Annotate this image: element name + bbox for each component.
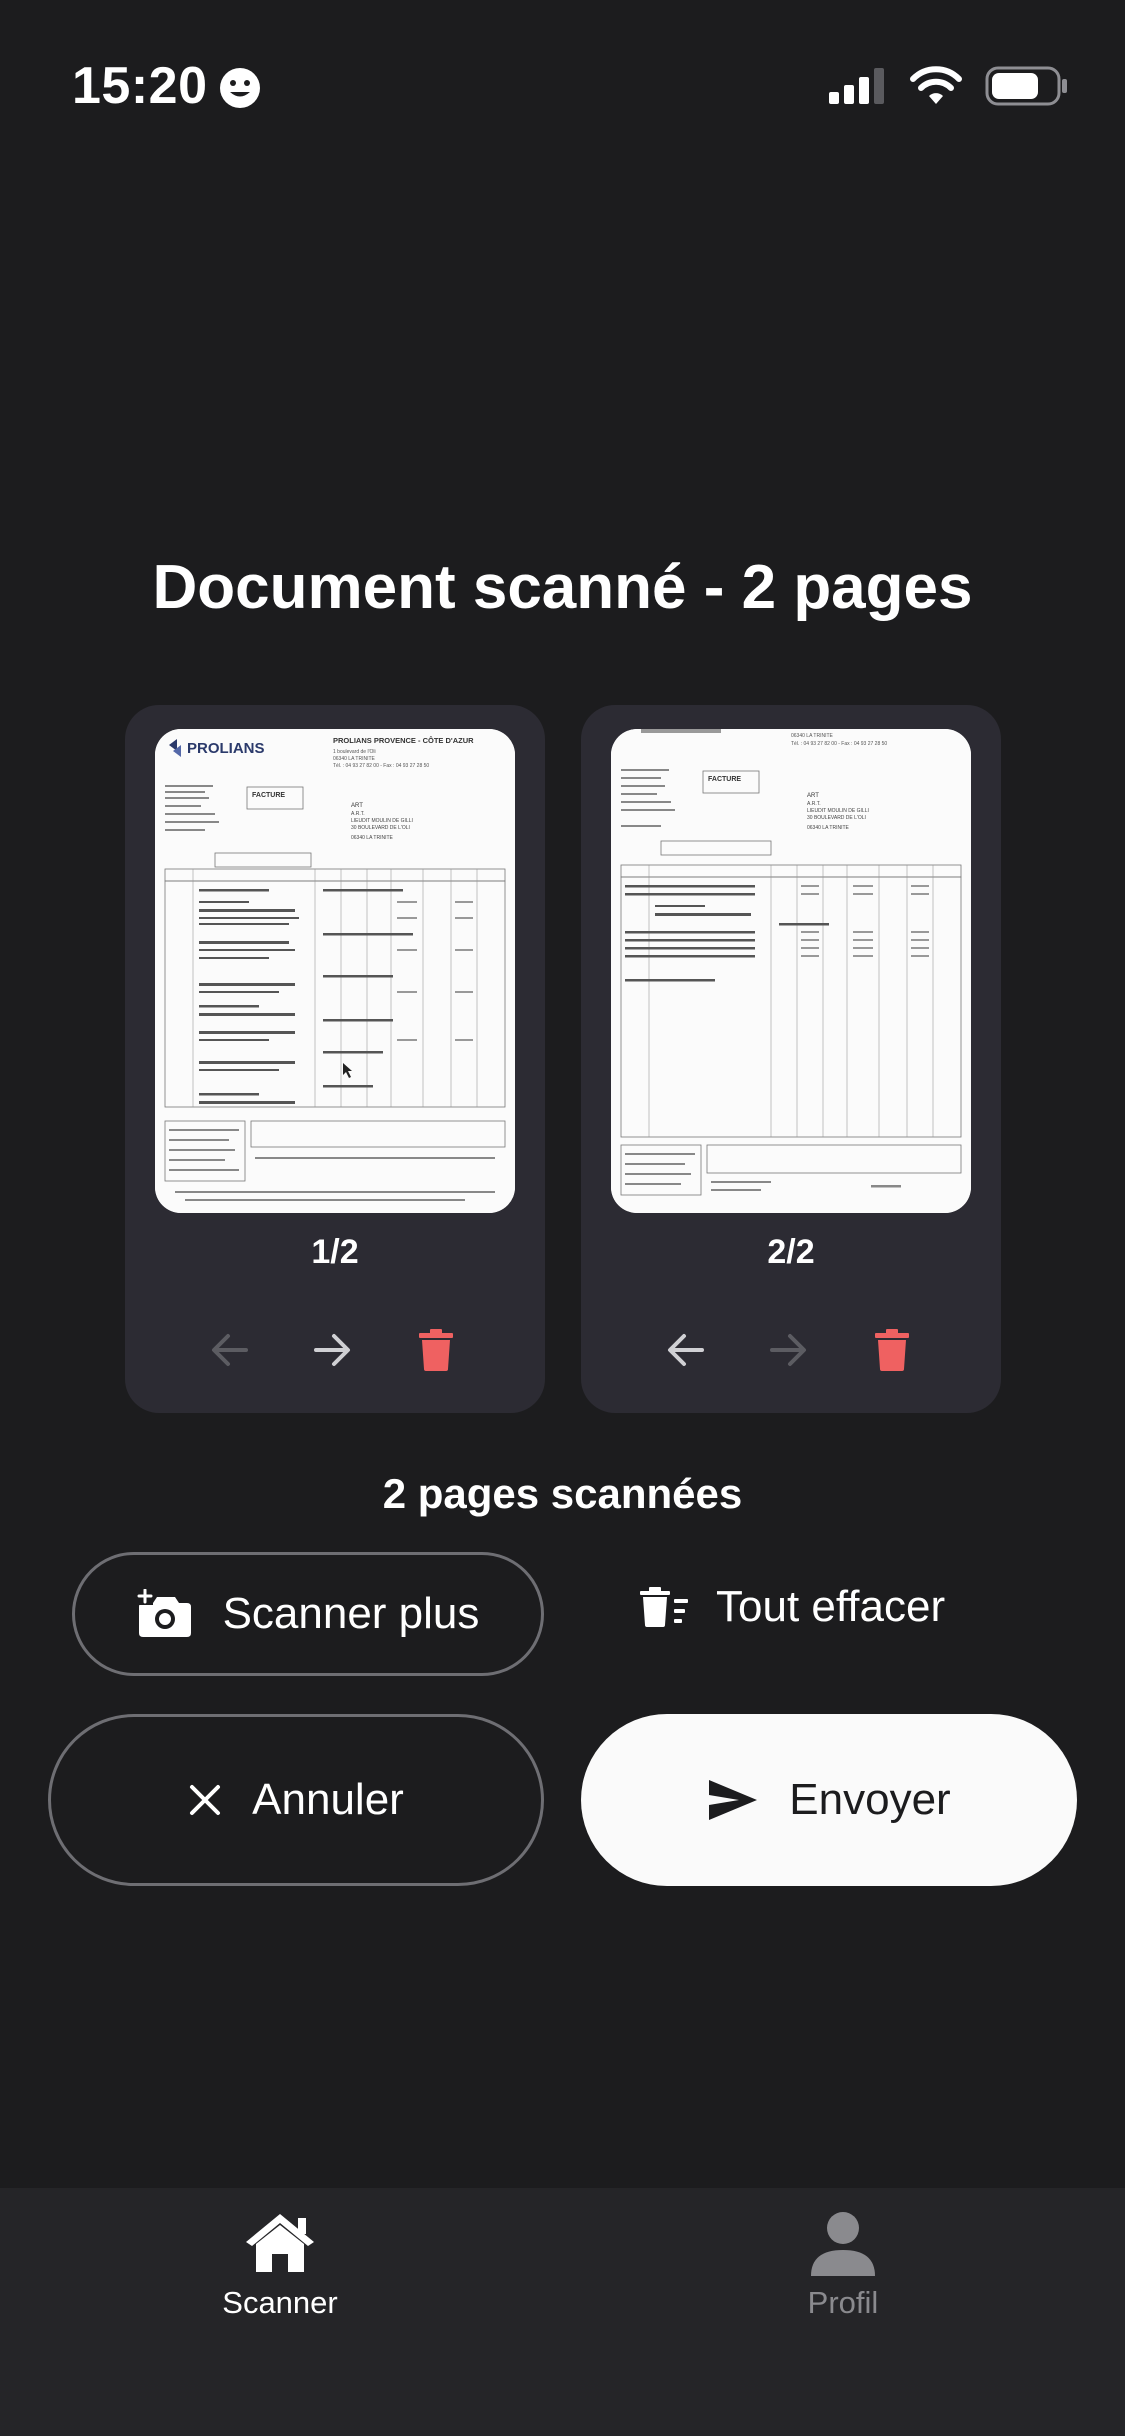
move-left-button[interactable] (651, 1315, 721, 1385)
page-number-label: 1/2 (311, 1233, 359, 1271)
cancel-button[interactable]: Annuler (48, 1714, 544, 1886)
document-preview: PROLIANS PROLIANS PROVENCE - CÔTE D'AZUR… (155, 729, 515, 1213)
scan-summary: 2 pages scannées (382, 1470, 743, 1517)
doc-company: PROLIANS PROVENCE - CÔTE D'AZUR (333, 736, 474, 745)
page-actions (125, 1315, 545, 1385)
doc-city: 06340 LA TRINITE (333, 756, 376, 762)
document-preview: 06340 LA TRINITE Tél. : 04 93 27 82 00 -… (611, 729, 971, 1213)
arrow-right-icon (770, 1334, 806, 1366)
doc-client-line: 06340 LA TRINITE (807, 825, 850, 831)
doc-client: ART (351, 803, 363, 809)
trash-icon (419, 1329, 453, 1371)
delete-sweep-icon (640, 1587, 688, 1627)
page-actions (581, 1315, 1001, 1385)
move-right-button[interactable] (753, 1315, 823, 1385)
page-thumbnail[interactable]: PROLIANS PROLIANS PROVENCE - CÔTE D'AZUR… (155, 729, 515, 1213)
doc-phone: Tél. : 04 93 27 82 00 - Fax : 04 93 27 2… (333, 763, 429, 769)
cellular-signal-icon (829, 68, 884, 104)
cancel-label: Annuler (252, 1775, 404, 1824)
page-thumbnail[interactable]: 06340 LA TRINITE Tél. : 04 93 27 82 00 -… (611, 729, 971, 1213)
scan-more-label: Scanner plus (222, 1589, 480, 1638)
wifi-icon (910, 66, 962, 104)
doc-client-line: A.R.T. (807, 801, 821, 807)
doc-type: FACTURE (252, 792, 285, 799)
doc-client-line: 06340 LA TRINITE (351, 835, 394, 841)
page-title: Document scanné - 2 pages (152, 553, 973, 622)
doc-client-line: LIEUDIT MOULIN DE GILLI (351, 818, 413, 824)
delete-page-button[interactable] (401, 1315, 471, 1385)
arrow-right-icon (314, 1334, 350, 1366)
clear-all-label: Tout effacer (716, 1582, 946, 1631)
doc-brand: PROLIANS (187, 740, 265, 757)
move-left-button[interactable] (195, 1315, 265, 1385)
trash-icon (875, 1329, 909, 1371)
send-label: Envoyer (789, 1775, 951, 1824)
close-icon (190, 1785, 221, 1815)
doc-client-line: 30 BOULEVARD DE L'OLI (807, 815, 866, 821)
doc-address: 1 boulevard de l'Oli (333, 749, 376, 755)
move-right-button[interactable] (297, 1315, 367, 1385)
smiley-icon (220, 68, 260, 108)
status-indicators (829, 66, 1069, 106)
tab-profil-label: Profil (807, 2285, 879, 2320)
page-card: 06340 LA TRINITE Tél. : 04 93 27 82 00 -… (581, 705, 1001, 1413)
send-button[interactable]: Envoyer (581, 1714, 1077, 1886)
clear-all-button[interactable]: Tout effacer (640, 1552, 1000, 1662)
delete-page-button[interactable] (857, 1315, 927, 1385)
doc-client-line: A.R.T. (351, 811, 365, 817)
arrow-left-icon (668, 1334, 704, 1366)
person-icon (811, 2212, 875, 2276)
doc-phone: Tél. : 04 93 27 82 00 - Fax : 04 93 27 2… (791, 741, 887, 747)
home-icon (246, 2214, 314, 2272)
doc-type: FACTURE (708, 776, 741, 783)
add-camera-icon (136, 1589, 191, 1637)
tab-scanner-label: Scanner (222, 2285, 338, 2320)
scan-more-button[interactable]: Scanner plus (72, 1552, 544, 1676)
tab-scanner[interactable]: Scanner (130, 2210, 430, 2321)
send-icon (709, 1780, 758, 1820)
tab-bar: Scanner Profil (0, 2188, 1125, 2436)
battery-icon (985, 66, 1067, 106)
doc-client: ART (807, 793, 819, 799)
status-time: 15:20 (72, 57, 208, 115)
doc-city: 06340 LA TRINITE (791, 733, 834, 739)
page-card: PROLIANS PROLIANS PROVENCE - CÔTE D'AZUR… (125, 705, 545, 1413)
arrow-left-icon (212, 1334, 248, 1366)
status-bar: 15:20 (0, 0, 1125, 180)
doc-client-line: LIEUDIT MOULIN DE GILLI (807, 808, 869, 814)
page-number-label: 2/2 (767, 1233, 815, 1271)
doc-client-line: 30 BOULEVARD DE L'OLI (351, 825, 410, 831)
tab-profil[interactable]: Profil (693, 2210, 993, 2321)
